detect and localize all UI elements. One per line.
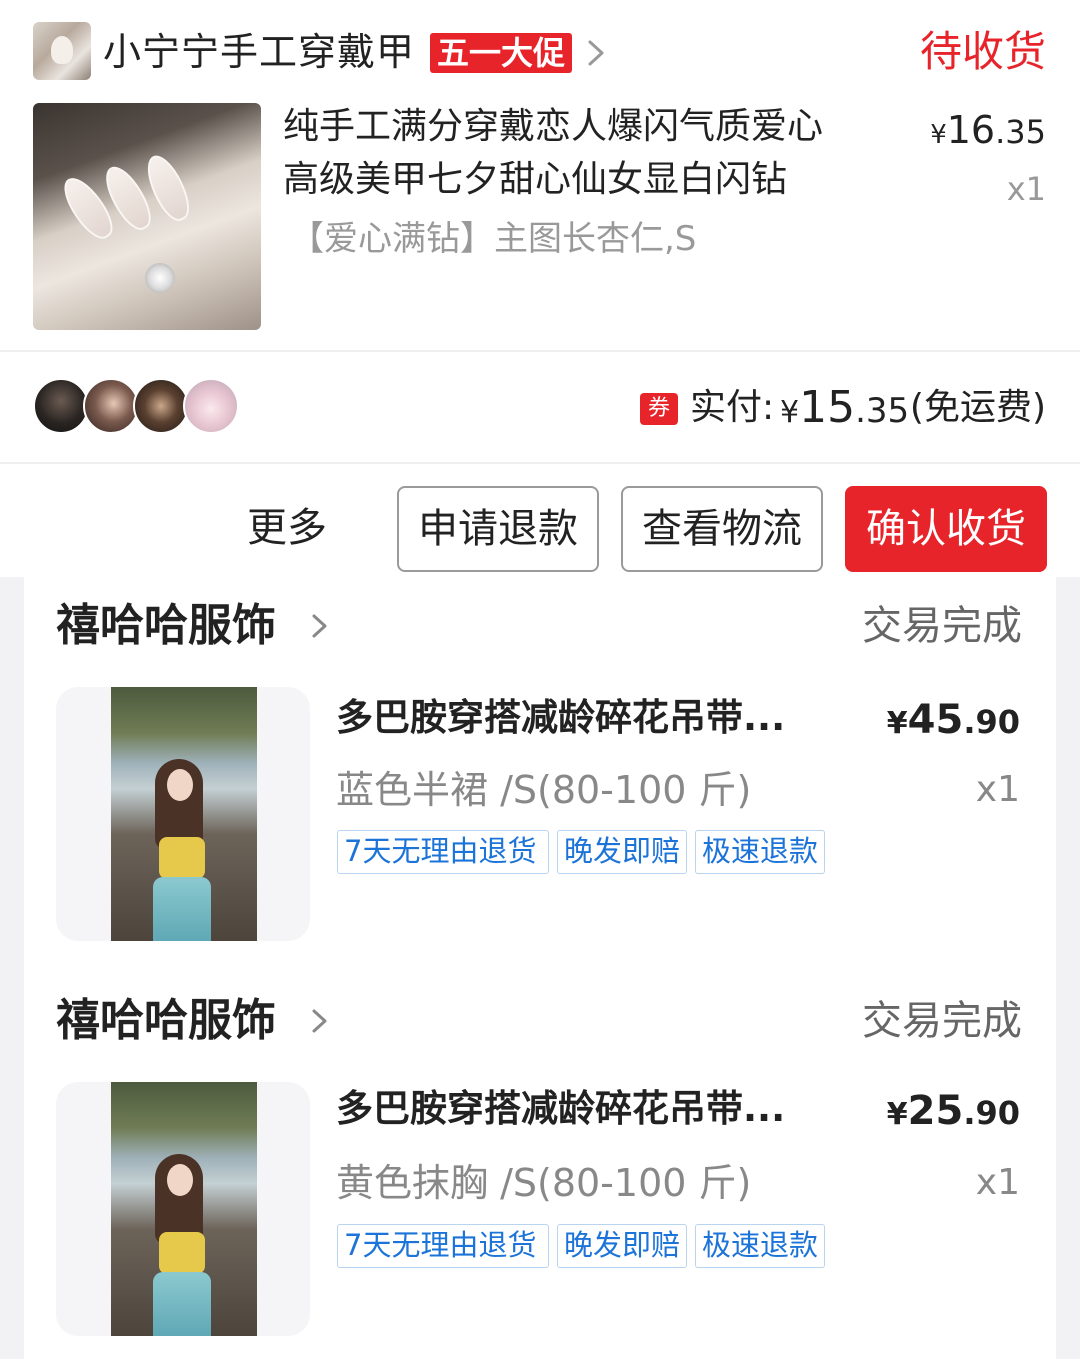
service-tag: 极速退款 [695, 1224, 825, 1268]
chevron-right-icon[interactable] [308, 609, 332, 643]
service-tag: 7天无理由退货 [337, 830, 549, 874]
pending-order-card: 小宁宁手工穿戴甲 五一大促 待收货 纯手工满分穿戴恋人爆闪气质爱心 高级美甲七夕… [0, 0, 1080, 577]
price-currency: ¥ [886, 706, 908, 741]
order-status: 待收货 [919, 27, 1046, 76]
price-currency: ¥ [886, 1097, 908, 1132]
chevron-right-icon[interactable] [583, 36, 609, 70]
paid-currency: ¥ [780, 395, 800, 430]
chevron-right-icon[interactable] [308, 1004, 332, 1038]
product-spec: 【爱心满钻】主图长杏仁,S [290, 219, 697, 259]
paid-label: 实付: [690, 387, 775, 428]
shipping-note: (免运费) [909, 387, 1046, 428]
product-image[interactable] [33, 103, 261, 330]
price-currency: ¥ [930, 120, 947, 150]
paid-decimal: .35 [855, 391, 910, 431]
avatar [83, 378, 139, 434]
completed-order-card[interactable]: 禧哈哈服饰 交易完成 多巴胺穿搭减龄碎花吊带... ¥45.90 蓝色半裙 /S… [24, 577, 1056, 972]
divider [0, 462, 1080, 464]
view-logistics-button[interactable]: 查看物流 [621, 486, 823, 572]
confirm-receipt-button[interactable]: 确认收货 [845, 486, 1047, 572]
order-status: 交易完成 [862, 998, 1022, 1044]
store-name[interactable]: 禧哈哈服饰 [56, 597, 276, 655]
completed-order-card[interactable]: 禧哈哈服饰 交易完成 多巴胺穿搭减龄碎花吊带... ¥25.90 黄色抹胸 /S… [24, 972, 1056, 1359]
promo-badge: 五一大促 [430, 33, 573, 73]
product-image[interactable] [56, 1082, 310, 1336]
service-tag: 晚发即赔 [557, 1224, 687, 1268]
product-price: ¥45.90 [887, 695, 1020, 749]
shop-name[interactable]: 小宁宁手工穿戴甲 [103, 28, 415, 76]
product-image[interactable] [56, 687, 310, 941]
service-tag: 晚发即赔 [557, 830, 687, 874]
avatar [133, 378, 189, 434]
product-title[interactable]: 多巴胺穿搭减龄碎花吊带... [336, 1084, 836, 1134]
paid-integer: 15 [799, 382, 856, 433]
product-quantity: x1 [975, 1162, 1020, 1203]
product-spec: 蓝色半裙 /S(80-100 斤) [336, 768, 752, 812]
order-status: 交易完成 [862, 603, 1022, 649]
more-button[interactable]: 更多 [247, 502, 327, 554]
shop-avatar[interactable] [33, 22, 91, 80]
product-price: ¥16.35 [930, 106, 1046, 159]
avatar [33, 378, 89, 434]
service-tag: 极速退款 [695, 830, 825, 874]
product-title[interactable]: 多巴胺穿搭减龄碎花吊带... [336, 693, 836, 743]
product-spec: 黄色抹胸 /S(80-100 斤) [336, 1161, 752, 1205]
price-decimal: .90 [963, 1094, 1020, 1132]
paid-amount: ¥15.35 [780, 380, 909, 441]
price-integer: 45 [907, 697, 964, 743]
refund-button[interactable]: 申请退款 [397, 486, 599, 572]
product-title-line: 高级美甲七夕甜心仙女显白闪钻 [283, 159, 788, 200]
avatar [183, 378, 239, 434]
product-quantity: x1 [1006, 170, 1046, 208]
product-price: ¥25.90 [887, 1086, 1020, 1140]
price-decimal: .35 [995, 113, 1046, 151]
price-integer: 25 [907, 1088, 964, 1134]
store-name[interactable]: 禧哈哈服饰 [56, 992, 276, 1050]
coupon-icon: 券 [640, 393, 678, 425]
product-title[interactable]: 纯手工满分穿戴恋人爆闪气质爱心 高级美甲七夕甜心仙女显白闪钻 [283, 100, 883, 206]
divider [0, 350, 1080, 352]
price-decimal: .90 [963, 703, 1020, 741]
product-quantity: x1 [975, 769, 1020, 810]
price-integer: 16 [946, 108, 996, 152]
service-tag: 7天无理由退货 [337, 1224, 549, 1268]
product-title-line: 纯手工满分穿戴恋人爆闪气质爱心 [283, 106, 824, 147]
